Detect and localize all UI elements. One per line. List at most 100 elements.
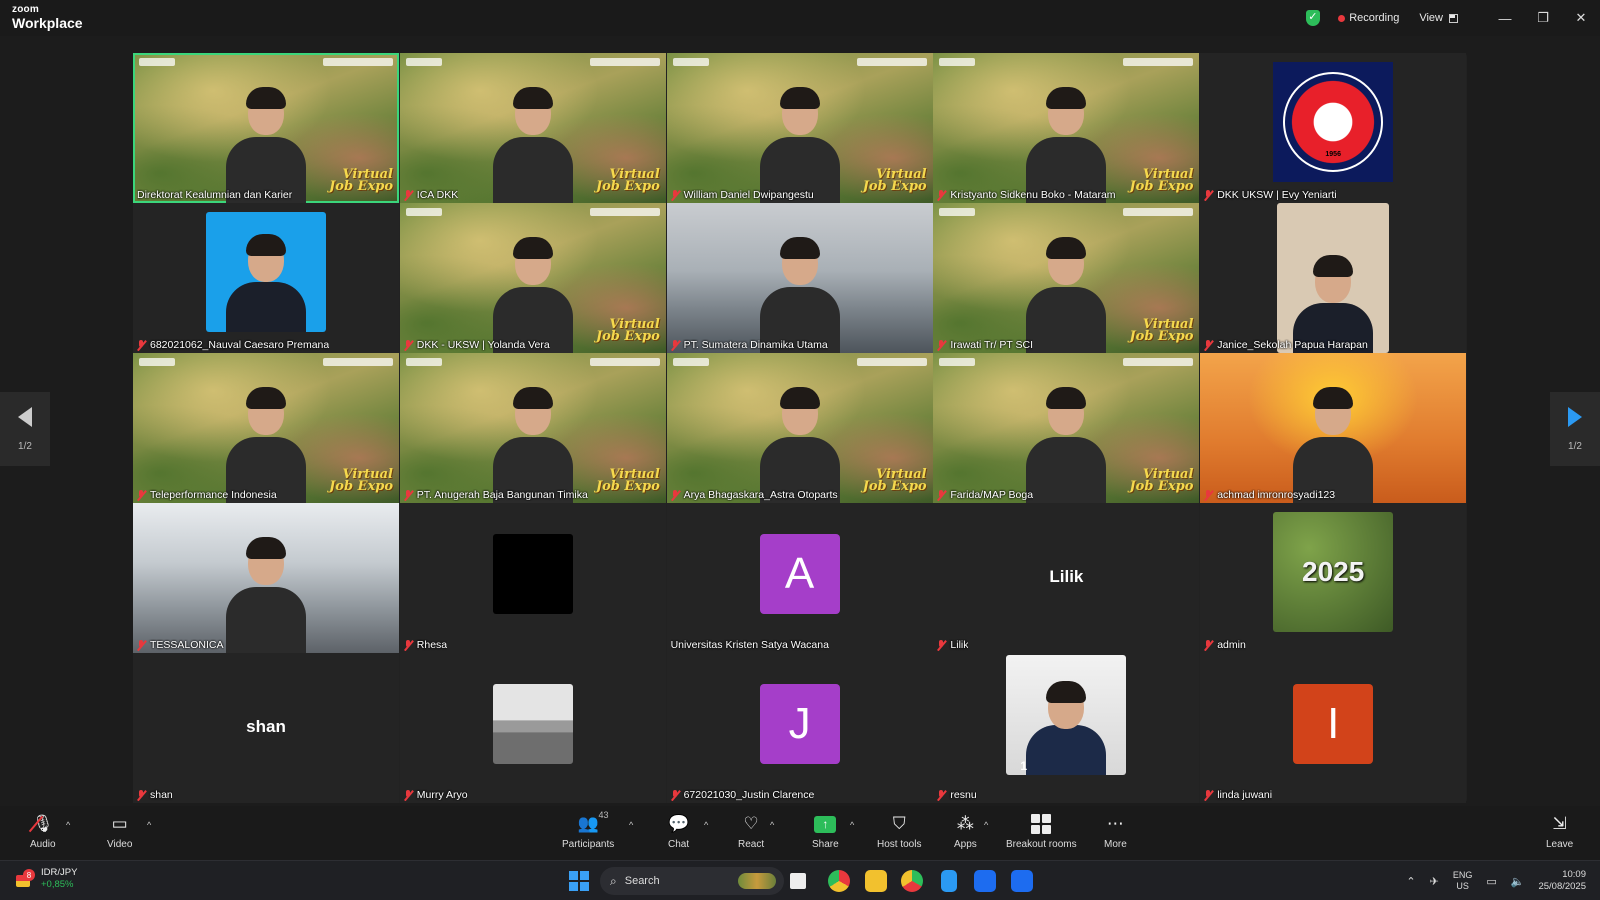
video-label: Video <box>107 839 133 850</box>
participant-tile[interactable]: Virtual Job Expo Teleperformance Indonesia <box>133 353 399 503</box>
microphone-muted-icon <box>1204 789 1213 801</box>
encryption-shield-icon[interactable] <box>1306 10 1321 26</box>
participant-tile[interactable]: 1 resnu <box>933 653 1200 803</box>
participant-tile[interactable]: TESSALONICA <box>133 503 399 653</box>
participants-options-chevron-icon[interactable]: ^ <box>629 820 633 830</box>
sponsor-logo-icon <box>939 358 976 366</box>
clock[interactable]: 10:09 25/08/2025 <box>1538 869 1586 893</box>
title-bar-right: Recording View — ❐ ✕ <box>1306 0 1600 36</box>
next-page-button[interactable]: 1/2 <box>1550 392 1600 466</box>
currency-widget[interactable]: 8 IDR/JPY +0,85% <box>14 867 77 891</box>
participant-tile[interactable]: Murry Aryo <box>399 653 666 803</box>
volume-icon[interactable]: 🔈 <box>1511 875 1525 888</box>
more-button[interactable]: ⋯ More <box>1104 812 1127 850</box>
taskbar-search[interactable]: ⌕ Search <box>600 867 784 895</box>
zoom-window: zoom Workplace Recording View — ❐ ✕ 1/2 … <box>0 0 1600 900</box>
participant-tile[interactable]: Virtual Job Expo PT. Anugerah Baja Banguna… <box>399 353 666 503</box>
minimize-button[interactable]: — <box>1486 0 1524 36</box>
participant-video-feed <box>1288 385 1378 503</box>
participant-tile[interactable]: Virtual Job Expo Farida/MAP Boga <box>933 353 1200 503</box>
react-options-chevron-icon[interactable]: ^ <box>770 820 774 830</box>
microphone-muted-icon <box>937 489 946 501</box>
clock-time: 10:09 <box>1562 869 1586 880</box>
participant-video-feed <box>488 385 578 503</box>
display-icon[interactable]: ▭ <box>1486 875 1496 888</box>
view-button[interactable]: View <box>1419 12 1458 24</box>
participants-button[interactable]: 👥 43 Participants <box>562 810 614 850</box>
audio-button[interactable]: 🎙 Audio <box>28 812 56 850</box>
participant-name-label: Rhesa <box>404 639 447 651</box>
apps-options-chevron-icon[interactable]: ^ <box>984 820 988 830</box>
currency-text: IDR/JPY +0,85% <box>41 867 77 891</box>
sponsor-logos-icon <box>323 358 393 366</box>
participant-tile[interactable]: Virtual Job Expo Kristyanto Sidkenu Boko -… <box>933 53 1200 203</box>
chrome-icon[interactable] <box>828 870 850 892</box>
microphone-muted-icon <box>1204 189 1213 201</box>
initial-avatar: A <box>759 534 840 614</box>
participant-tile[interactable]: Virtual Job Expo William Daniel Dwipangest… <box>666 53 933 203</box>
apps-button[interactable]: ⁂ Apps <box>954 812 977 850</box>
share-button[interactable]: ↑ Share <box>812 812 839 850</box>
profile-photo-avatar <box>206 212 326 332</box>
participant-tile[interactable]: PT. Sumatera Dinamika Utama <box>666 203 933 353</box>
leave-button[interactable]: ⇲ Leave <box>1546 812 1573 850</box>
chat-bubble-icon: 💬 <box>668 814 690 833</box>
participant-name-label: PT. Sumatera Dinamika Utama <box>671 339 828 351</box>
virtual-job-expo-badge: Virtual Job Expo <box>329 167 393 194</box>
host-tools-button[interactable]: ⛉ Host tools <box>877 812 921 850</box>
participant-tile[interactable]: Virtual Job Expo ICA DKK <box>399 53 666 203</box>
task-view-icon[interactable] <box>790 873 806 889</box>
participant-tile[interactable]: Virtual Job Expo Arya Bhagaskara_Astra Oto… <box>666 353 933 503</box>
audio-label: Audio <box>30 839 56 850</box>
previous-page-button[interactable]: 1/2 <box>0 392 50 466</box>
participant-video-feed <box>1021 235 1111 353</box>
participant-name-label: linda juwani <box>1204 789 1272 801</box>
restore-button[interactable]: ❐ <box>1524 0 1562 36</box>
participant-tile[interactable]: Rhesa <box>399 503 666 653</box>
zoom-taskbar-icon[interactable] <box>974 870 996 892</box>
breakout-rooms-button[interactable]: Breakout rooms <box>1006 812 1077 850</box>
participant-tile[interactable]: Lilik Lilik <box>933 503 1200 653</box>
notepad-icon[interactable] <box>941 870 957 892</box>
share-options-chevron-icon[interactable]: ^ <box>850 820 854 830</box>
participant-name-label: 672021030_Justin Clarence <box>671 789 814 801</box>
video-button[interactable]: ▭ Video <box>107 812 132 850</box>
participant-tile[interactable]: Virtual Job Expo DKK - UKSW | Yolanda Vera <box>399 203 666 353</box>
close-button[interactable]: ✕ <box>1562 0 1600 36</box>
tray-chevron-icon[interactable]: ⌃ <box>1406 875 1415 888</box>
leave-icon: ⇲ <box>1552 814 1567 833</box>
university-seal-avatar: 1956 <box>1273 62 1394 182</box>
react-button[interactable]: ♡ React <box>738 812 764 850</box>
participant-video-feed <box>755 235 845 353</box>
language-indicator[interactable]: ENG US <box>1453 870 1473 892</box>
virtual-job-expo-badge: Virtual Job Expo <box>595 167 660 194</box>
name-avatar: Lilik <box>1049 567 1084 586</box>
gallery-view-grid: Virtual Job Expo Direktorat Kealumnian dan… <box>133 53 1467 803</box>
virtual-job-expo-badge: Virtual Job Expo <box>595 317 660 344</box>
microphone-muted-icon <box>404 339 413 351</box>
microphone-muted-icon <box>137 489 146 501</box>
participant-tile[interactable]: A Universitas Kristen Satya Wacana <box>666 503 933 653</box>
participant-tile[interactable]: 2025 admin <box>1200 503 1467 653</box>
participant-tile[interactable]: Virtual Job Expo Irawati Tr/ PT SCI <box>933 203 1200 353</box>
video-options-chevron-icon[interactable]: ^ <box>147 820 151 830</box>
chat-options-chevron-icon[interactable]: ^ <box>704 820 708 830</box>
windows-start-icon[interactable] <box>569 871 589 891</box>
file-explorer-icon[interactable] <box>865 870 887 892</box>
paint-icon[interactable] <box>1011 870 1033 892</box>
participant-tile[interactable]: achmad imronrosyadi123 <box>1200 353 1467 503</box>
participant-tile[interactable]: 682021062_Nauval Caesaro Premana <box>133 203 399 353</box>
microphone-muted-icon: 🎙 <box>28 812 54 836</box>
chrome-profile-icon[interactable] <box>901 870 923 892</box>
participant-tile[interactable]: Ilinda juwani <box>1200 653 1467 803</box>
participant-tile[interactable]: 1956 DKK UKSW | Evy Yeniarti <box>1200 53 1467 203</box>
participant-name-label: Janice_Sekolah Papua Harapan <box>1204 339 1368 351</box>
participant-tile[interactable]: Janice_Sekolah Papua Harapan <box>1200 203 1467 353</box>
audio-options-chevron-icon[interactable]: ^ <box>66 820 70 830</box>
participant-tile[interactable]: J 672021030_Justin Clarence <box>666 653 933 803</box>
recording-indicator[interactable]: Recording <box>1338 12 1399 24</box>
chat-button[interactable]: 💬 Chat <box>668 812 689 850</box>
participant-tile[interactable]: Virtual Job Expo Direktorat Kealumnian dan… <box>133 53 399 203</box>
participant-tile[interactable]: shan shan <box>133 653 399 803</box>
network-icon[interactable]: ✈ <box>1430 875 1439 888</box>
